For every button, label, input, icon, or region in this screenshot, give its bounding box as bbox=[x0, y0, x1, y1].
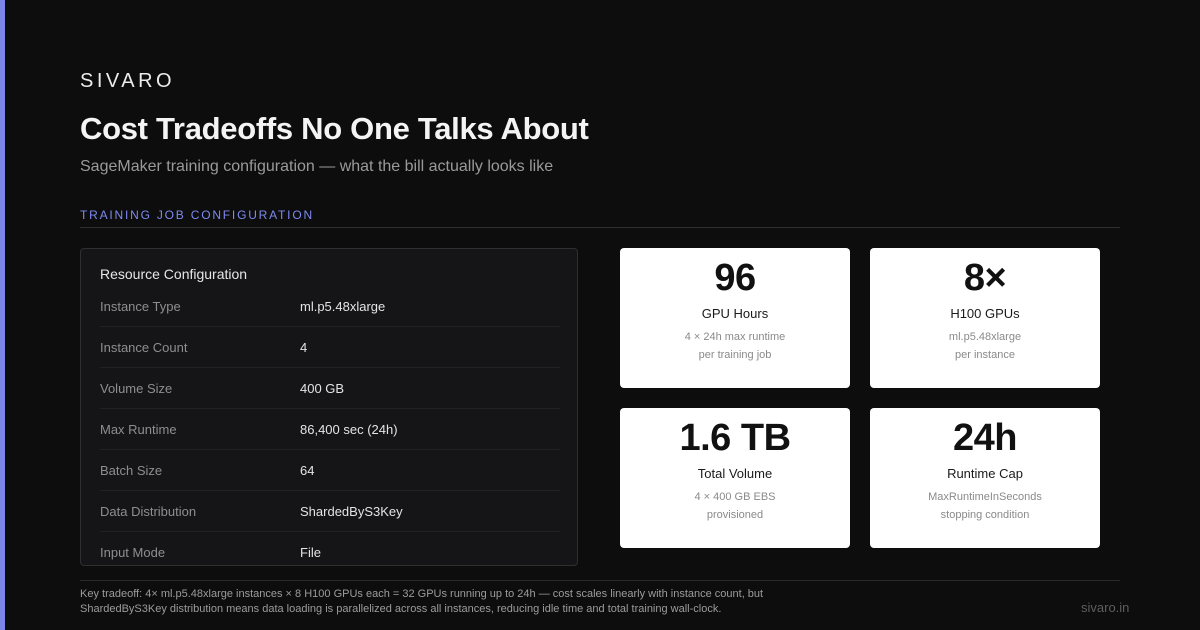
section-divider bbox=[80, 227, 1120, 228]
stat-note: stopping condition bbox=[940, 509, 1030, 521]
page-title: Cost Tradeoffs No One Talks About bbox=[80, 111, 589, 146]
config-row-instance-count: Instance Count 4 bbox=[100, 327, 560, 368]
config-row-input-mode: Input Mode File bbox=[100, 532, 560, 572]
stat-note: provisioned bbox=[706, 509, 764, 521]
stat-value: 1.6 TB bbox=[679, 417, 791, 459]
footnote-line: Key tradeoff: 4× ml.p5.48xlarge instance… bbox=[80, 588, 764, 600]
stat-label: GPU Hours bbox=[701, 306, 769, 321]
stat-card-h100-gpus: 8× H100 GPUs ml.p5.48xlarge per instance bbox=[870, 248, 1100, 388]
panel-title: Resource Configuration bbox=[100, 266, 248, 282]
config-value: 64 bbox=[300, 463, 315, 478]
config-key: Data Distribution bbox=[100, 504, 197, 519]
stat-note: 4 × 24h max runtime bbox=[684, 331, 786, 343]
config-key: Max Runtime bbox=[100, 422, 177, 437]
site-url: sivaro.in bbox=[1081, 600, 1130, 615]
config-key: Instance Count bbox=[100, 340, 188, 355]
stat-note: per training job bbox=[698, 349, 772, 361]
stat-value: 24h bbox=[953, 417, 1017, 459]
config-key: Input Mode bbox=[100, 545, 166, 560]
config-key: Instance Type bbox=[100, 299, 181, 314]
stat-value: 96 bbox=[714, 257, 756, 299]
config-row-instance-type: Instance Type ml.p5.48xlarge bbox=[100, 286, 560, 327]
config-row-batch-size: Batch Size 64 bbox=[100, 450, 560, 491]
footnote-line: ShardedByS3Key distribution means data l… bbox=[80, 603, 722, 615]
config-value: 86,400 sec (24h) bbox=[300, 422, 398, 437]
config-table: Instance Type ml.p5.48xlarge Instance Co… bbox=[100, 286, 560, 572]
config-value: ml.p5.48xlarge bbox=[300, 299, 386, 314]
config-value: 4 bbox=[300, 340, 308, 355]
config-key: Batch Size bbox=[100, 463, 163, 478]
resource-configuration-panel: Resource Configuration Instance Type ml.… bbox=[80, 248, 578, 566]
config-row-data-distribution: Data Distribution ShardedByS3Key bbox=[100, 491, 560, 532]
brand-wordmark: SIVARO bbox=[80, 70, 176, 92]
stat-card-total-volume: 1.6 TB Total Volume 4 × 400 GB EBS provi… bbox=[620, 408, 850, 548]
stat-note: ml.p5.48xlarge bbox=[948, 331, 1022, 343]
stat-card-runtime-cap: 24h Runtime Cap MaxRuntimeInSeconds stop… bbox=[870, 408, 1100, 548]
config-row-max-runtime: Max Runtime 86,400 sec (24h) bbox=[100, 409, 560, 450]
config-value: 400 GB bbox=[300, 381, 345, 396]
page-subtitle: SageMaker training configuration — what … bbox=[80, 158, 554, 175]
section-label: TRAINING JOB CONFIGURATION bbox=[80, 208, 314, 222]
stat-note: 4 × 400 GB EBS bbox=[694, 491, 776, 503]
stat-value: 8× bbox=[963, 257, 1007, 299]
key-tradeoff-footnote: Key tradeoff: 4× ml.p5.48xlarge instance… bbox=[80, 587, 870, 617]
footer-divider bbox=[80, 580, 1120, 581]
stat-note: per instance bbox=[955, 349, 1015, 361]
stat-label: H100 GPUs bbox=[950, 306, 1020, 321]
config-value: File bbox=[300, 545, 321, 560]
config-value: ShardedByS3Key bbox=[300, 504, 403, 519]
config-key: Volume Size bbox=[100, 381, 173, 396]
stat-label: Runtime Cap bbox=[947, 466, 1023, 481]
left-accent-bar bbox=[0, 0, 5, 630]
stat-label: Total Volume bbox=[697, 466, 773, 481]
stat-card-gpu-hours: 96 GPU Hours 4 × 24h max runtime per tra… bbox=[620, 248, 850, 388]
config-row-volume-size: Volume Size 400 GB bbox=[100, 368, 560, 409]
stat-note: MaxRuntimeInSeconds bbox=[928, 491, 1042, 503]
